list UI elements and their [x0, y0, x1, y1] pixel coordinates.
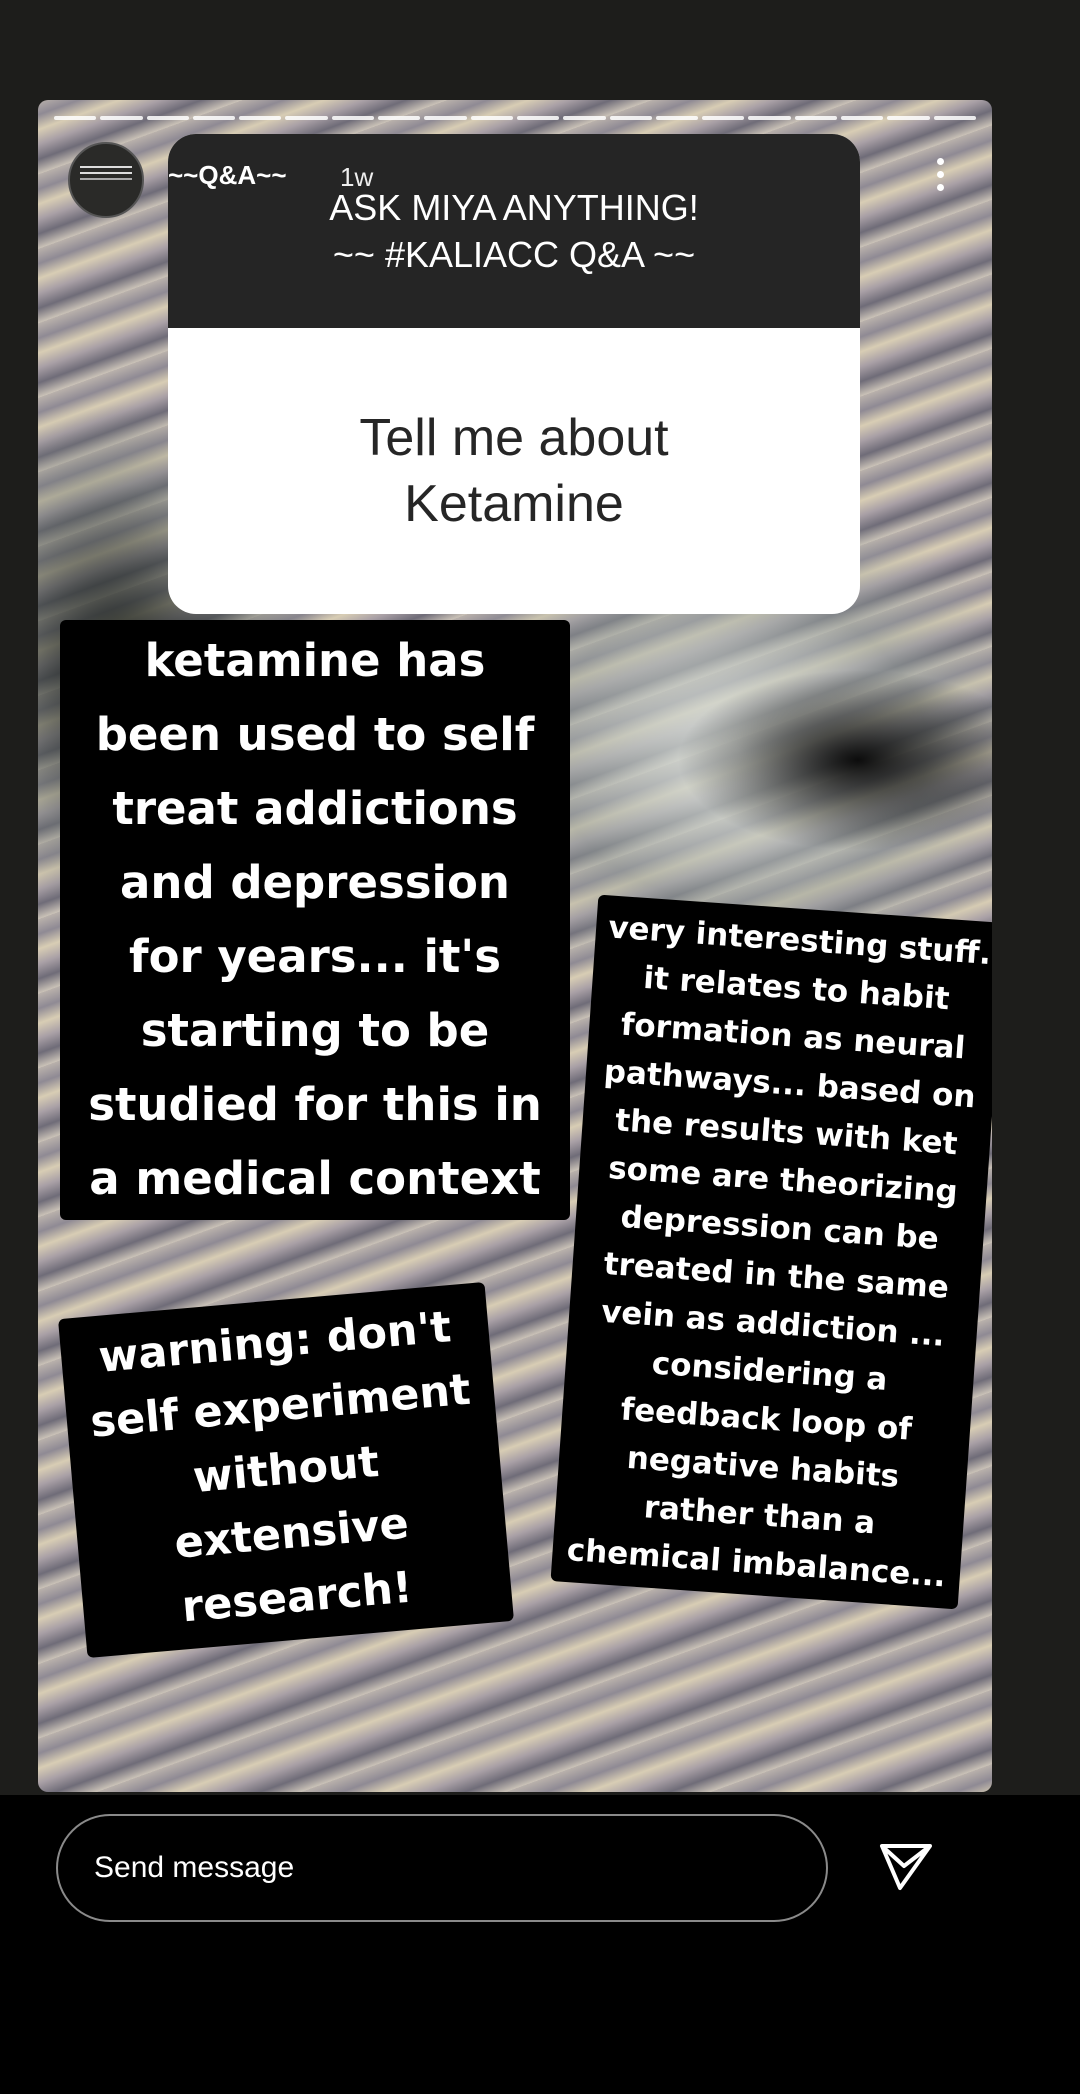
profile-avatar[interactable]	[68, 142, 144, 218]
send-message-input[interactable]: Send message	[56, 1814, 828, 1922]
question-sticker-subtitle: ~~ #KALIACC Q&A ~~	[332, 234, 696, 275]
progress-segment	[424, 116, 467, 120]
text-sticker-habit-formation: very interesting stuff. it relates to ha…	[550, 894, 992, 1610]
progress-segment	[655, 116, 699, 120]
text-sticker-ketamine: ketamine has been used to self treat add…	[60, 620, 570, 1220]
question-sticker: ASK MIYA ANYTHING! ~~ #KALIACC Q&A ~~ Te…	[168, 134, 860, 614]
progress-segment	[563, 116, 606, 120]
story-progress-bar	[54, 116, 976, 120]
progress-segment	[285, 116, 328, 120]
progress-segment	[609, 116, 652, 120]
progress-segment	[146, 116, 189, 120]
progress-segment	[748, 116, 791, 120]
progress-segment	[100, 116, 143, 120]
progress-segment	[794, 116, 838, 120]
progress-segment	[331, 116, 375, 120]
story-viewer[interactable]: ASK MIYA ANYTHING! ~~ #KALIACC Q&A ~~ Te…	[38, 100, 992, 1792]
progress-segment	[841, 116, 884, 120]
progress-segment	[933, 116, 976, 120]
text-sticker-warning: warning: don't self experiment without e…	[57, 1281, 515, 1659]
progress-segment	[54, 116, 97, 120]
question-text-value: Tell me about Ketamine	[359, 409, 669, 533]
progress-segment	[378, 116, 421, 120]
send-message-placeholder: Send message	[94, 1851, 295, 1884]
story-timestamp: 1w	[340, 162, 374, 192]
progress-segment	[887, 116, 930, 120]
more-options-icon[interactable]	[934, 158, 946, 198]
send-icon[interactable]	[878, 1842, 934, 1892]
progress-segment	[239, 116, 282, 120]
progress-segment	[470, 116, 513, 120]
progress-segment	[516, 116, 560, 120]
story-username[interactable]: ~~Q&A~~	[168, 160, 287, 191]
question-sticker-title: ASK MIYA ANYTHING!	[329, 187, 699, 228]
question-text: Tell me about Ketamine	[168, 328, 860, 614]
progress-segment	[192, 116, 236, 120]
progress-segment	[702, 116, 745, 120]
